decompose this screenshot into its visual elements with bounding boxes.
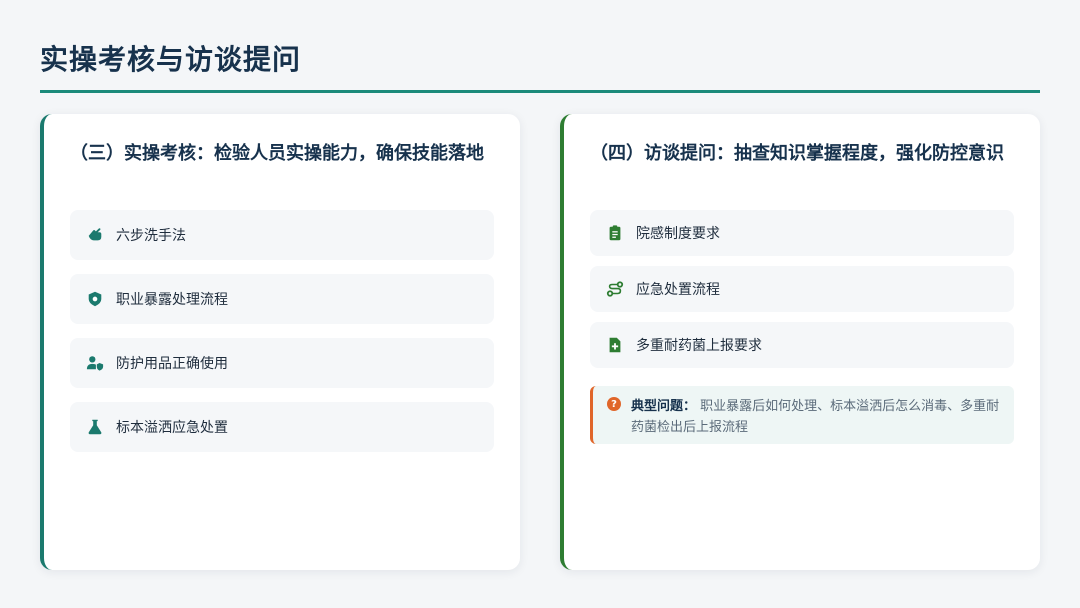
interview-questions-card: （四）访谈提问：抽查知识掌握程度，强化防控意识 院感制度要求 应急处置流程 多重… — [560, 114, 1040, 570]
title-divider — [40, 90, 1040, 93]
item-label: 多重耐药菌上报要求 — [636, 338, 762, 354]
list-item: 职业暴露处理流程 — [70, 274, 494, 324]
page-title: 实操考核与访谈提问 — [40, 43, 302, 76]
card-title: （三）实操考核：检验人员实操能力，确保技能落地 — [70, 143, 484, 164]
item-label: 标本溢洒应急处置 — [116, 420, 228, 436]
typical-questions-callout: ? 典型问题： 职业暴露后如何处理、标本溢洒后怎么消毒、多重耐药菌检出后上报流程 — [590, 386, 1014, 444]
item-label: 职业暴露处理流程 — [116, 292, 228, 308]
hands-wash-icon — [86, 226, 104, 244]
list-item: 应急处置流程 — [590, 266, 1014, 312]
user-shield-icon — [86, 354, 104, 372]
file-medical-icon — [606, 336, 624, 354]
list-item: 防护用品正确使用 — [70, 338, 494, 388]
item-label: 防护用品正确使用 — [116, 356, 228, 372]
clipboard-list-icon — [606, 224, 624, 242]
card-title: （四）访谈提问：抽查知识掌握程度，强化防控意识 — [590, 143, 1004, 164]
list-item: 院感制度要求 — [590, 210, 1014, 256]
list-item: 标本溢洒应急处置 — [70, 402, 494, 452]
item-label: 院感制度要求 — [636, 226, 720, 242]
route-icon — [606, 280, 624, 298]
question-circle-icon: ? — [607, 397, 621, 411]
item-label: 应急处置流程 — [636, 282, 720, 298]
callout-label: 典型问题： — [631, 399, 697, 414]
flask-icon — [86, 418, 104, 436]
practical-assessment-card: （三）实操考核：检验人员实操能力，确保技能落地 六步洗手法 职业暴露处理流程 防… — [40, 114, 520, 570]
list-item: 多重耐药菌上报要求 — [590, 322, 1014, 368]
item-label: 六步洗手法 — [116, 228, 186, 244]
list-item: 六步洗手法 — [70, 210, 494, 260]
shield-virus-icon — [86, 290, 104, 308]
